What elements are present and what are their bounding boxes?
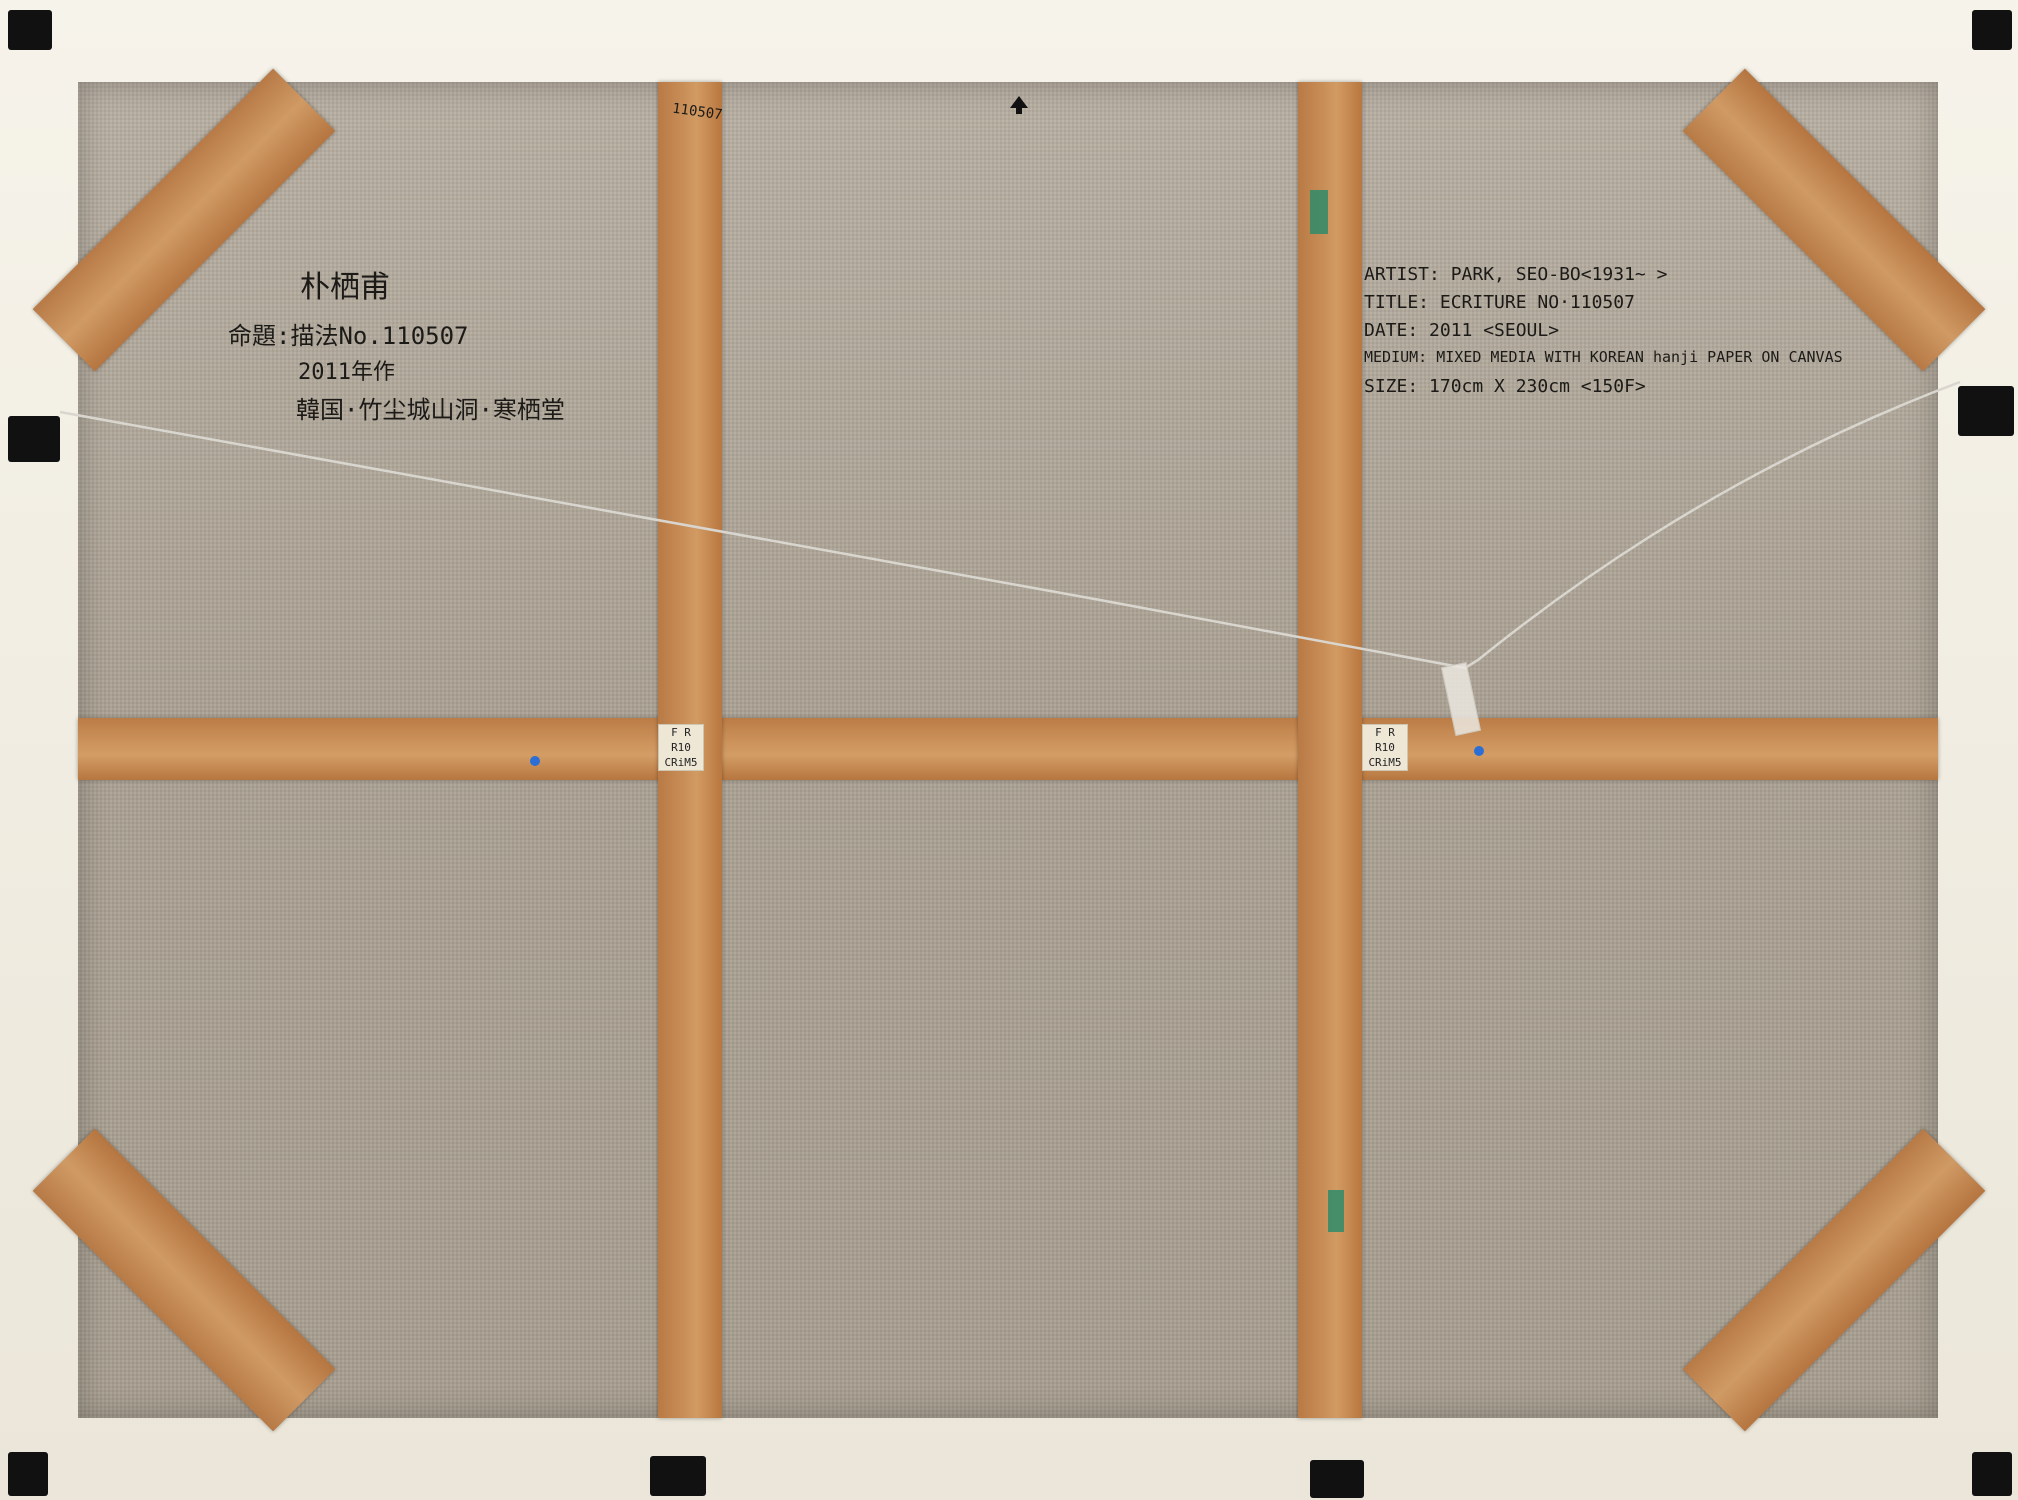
black-tape-top-right [1972, 10, 2012, 50]
black-tape-bottom-left [8, 1452, 48, 1496]
black-tape-right [1958, 386, 2014, 436]
inventory-tag-left: F R R10 CRiM5 [658, 724, 704, 771]
tag-left-line2: R10 [671, 741, 691, 754]
inventory-tag-right: F R R10 CRiM5 [1362, 724, 1408, 771]
blue-dot-left [530, 756, 540, 766]
black-tape-top-left [8, 10, 52, 50]
canvas-back: 110507 朴栖甫 命題:描法No.110507 2011年作 韓国·竹尘城山… [0, 0, 2018, 1500]
green-tape-top [1310, 190, 1328, 234]
tag-right-line2: R10 [1375, 741, 1395, 754]
tag-right-line3: CRiM5 [1368, 756, 1402, 769]
blue-dot-right [1474, 746, 1484, 756]
tag-right-line1: F R [1375, 726, 1395, 739]
english-artist-line: ARTIST: PARK, SEO-BO<1931~ > [1364, 264, 1668, 285]
korean-title-line: 命題:描法No.110507 [228, 322, 469, 350]
black-tape-bottom-mid-left [650, 1456, 706, 1496]
english-size-line: SIZE: 170cm X 230cm <150F> [1364, 376, 1646, 397]
korean-place-line: 韓国·竹尘城山洞·寒栖堂 [296, 396, 565, 424]
black-tape-left [8, 416, 60, 462]
tag-left-line3: CRiM5 [664, 756, 698, 769]
english-date-line: DATE: 2011 <SEOUL> [1364, 320, 1560, 341]
up-arrow-stem [1016, 106, 1022, 114]
black-tape-bottom-right [1972, 1452, 2012, 1496]
korean-artist-name: 朴栖甫 [300, 270, 390, 305]
tag-left-line1: F R [671, 726, 691, 739]
english-title-line: TITLE: ECRITURE NO·110507 [1364, 292, 1635, 313]
english-medium-line: MEDIUM: MIXED MEDIA WITH KOREAN hanji PA… [1364, 348, 1843, 366]
korean-year-line: 2011年作 [298, 360, 395, 385]
hanging-wire [59, 380, 1961, 670]
green-tape-bottom [1328, 1190, 1344, 1232]
black-tape-bottom-mid-right [1310, 1460, 1364, 1498]
